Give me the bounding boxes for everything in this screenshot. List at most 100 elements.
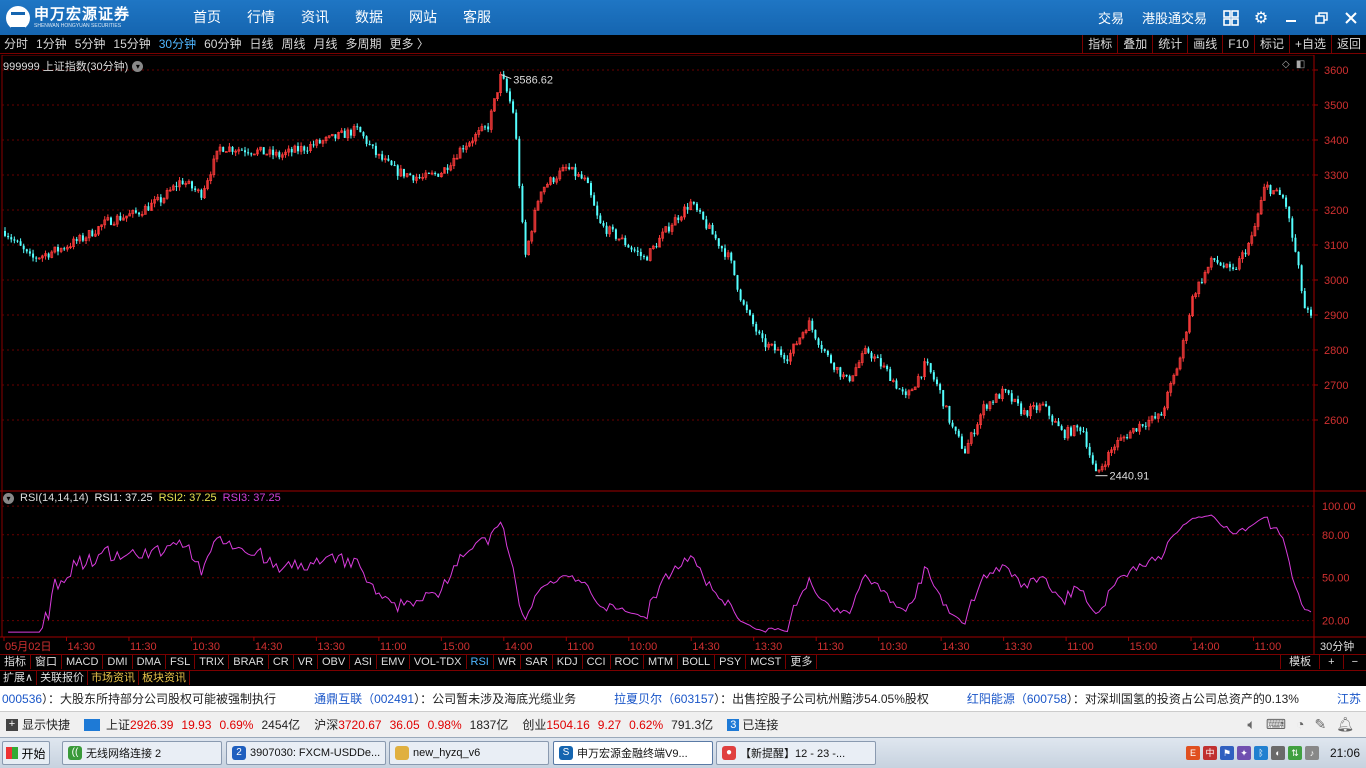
ind-tab[interactable]: DMA: [133, 655, 167, 669]
nav-data[interactable]: 数据: [342, 0, 396, 35]
grid-icon[interactable]: [1216, 0, 1246, 35]
start-button[interactable]: 开始: [2, 741, 50, 765]
restore-icon[interactable]: [1306, 0, 1336, 35]
trade-link[interactable]: 交易: [1089, 8, 1133, 27]
ind-tab[interactable]: ASI: [350, 655, 377, 669]
ind-tab[interactable]: CR: [269, 655, 294, 669]
sector-news-tab[interactable]: 板块资讯: [139, 671, 191, 685]
chevron-down-icon[interactable]: ▾: [3, 493, 14, 504]
keyboard-icon[interactable]: ⌨︎: [1266, 716, 1286, 733]
tray-app-icon[interactable]: ⚑: [1219, 746, 1234, 760]
ind-tab[interactable]: VOL-TDX: [410, 655, 467, 669]
ind-tab[interactable]: SAR: [521, 655, 553, 669]
period-multi[interactable]: 多周期: [342, 35, 386, 54]
clock[interactable]: 21:06: [1330, 746, 1360, 760]
add-pane-button[interactable]: +: [1319, 655, 1342, 669]
tray-app-icon[interactable]: ◐: [1270, 746, 1285, 760]
tool-add-watchlist[interactable]: +自选: [1288, 35, 1331, 54]
taskbar-item-network[interactable]: (( 无线网络连接 2: [62, 741, 222, 765]
ind-tab[interactable]: KDJ: [553, 655, 583, 669]
ticker-item[interactable]: 拉夏贝尔（603157）：出售控股子公司杭州黯涉54.05%股权: [612, 692, 965, 706]
panel-icon[interactable]: ◧: [1296, 59, 1305, 70]
remove-pane-button[interactable]: −: [1342, 655, 1366, 669]
period-5min[interactable]: 5分钟: [71, 35, 110, 54]
ind-tab[interactable]: VR: [294, 655, 318, 669]
period-monthly[interactable]: 月线: [310, 35, 342, 54]
ind-tab[interactable]: TRIX: [195, 655, 230, 669]
ind-tab[interactable]: CCI: [583, 655, 611, 669]
nav-home[interactable]: 首页: [180, 0, 234, 35]
ticker-item[interactable]: 江苏: [1335, 692, 1366, 706]
ind-tab[interactable]: 指标: [0, 655, 31, 669]
tool-f10[interactable]: F10: [1222, 35, 1254, 54]
period-30min[interactable]: 30分钟: [155, 35, 200, 54]
volume-icon[interactable]: ♪: [1304, 746, 1319, 760]
nav-website[interactable]: 网站: [396, 0, 450, 35]
nav-news[interactable]: 资讯: [288, 0, 342, 35]
period-60min[interactable]: 60分钟: [200, 35, 245, 54]
diamond-icon[interactable]: ◇: [1282, 59, 1290, 70]
ticker-item[interactable]: 通鼎互联（002491）：公司暂未涉及海底光缆业务: [312, 692, 612, 706]
ind-tab[interactable]: EMV: [377, 655, 410, 669]
ind-tab[interactable]: 窗口: [31, 655, 62, 669]
ind-tab[interactable]: BRAR: [229, 655, 269, 669]
period-1min[interactable]: 1分钟: [32, 35, 71, 54]
ticker-item[interactable]: 000536）：大股东所持部分公司股权可能被强制执行: [0, 692, 312, 706]
nav-market[interactable]: 行情: [234, 0, 288, 35]
connection-status[interactable]: 已连接: [742, 716, 778, 733]
ind-tab[interactable]: BOLL: [678, 655, 716, 669]
news-ticker[interactable]: 000536）：大股东所持部分公司股权可能被强制执行 通鼎互联（002491）：公…: [0, 686, 1366, 712]
ind-tab[interactable]: PSY: [715, 655, 747, 669]
expand-tab[interactable]: 扩展∧: [0, 671, 38, 685]
ind-tab-more[interactable]: 更多: [786, 655, 818, 669]
hk-connect-trade-link[interactable]: 港股通交易: [1133, 8, 1216, 27]
nav-service[interactable]: 客服: [450, 0, 504, 35]
tool-overlay[interactable]: 叠加: [1117, 35, 1152, 54]
taskbar-item-folder[interactable]: new_hyzq_v6: [389, 741, 549, 765]
ind-tab[interactable]: WR: [494, 655, 522, 669]
tool-back[interactable]: 返回: [1330, 35, 1366, 54]
period-more[interactable]: 更多 〉: [386, 35, 433, 54]
bell-icon[interactable]: 🔔︎: [1336, 716, 1354, 733]
ind-tab[interactable]: MACD: [62, 655, 104, 669]
tool-indicator[interactable]: 指标: [1082, 35, 1117, 54]
ind-tab[interactable]: DMI: [103, 655, 133, 669]
close-icon[interactable]: [1336, 0, 1366, 35]
ind-tab[interactable]: OBV: [318, 655, 351, 669]
ind-tab-rsi[interactable]: RSI: [467, 655, 494, 669]
tray-app-icon[interactable]: E: [1185, 746, 1200, 760]
speaker-icon[interactable]: 🔈︎: [1247, 716, 1255, 733]
tray-app-icon[interactable]: ✦: [1236, 746, 1251, 760]
market-news-tab[interactable]: 市场资讯: [88, 671, 140, 685]
template-button[interactable]: 模板: [1280, 655, 1319, 669]
ind-tab[interactable]: FSL: [166, 655, 196, 669]
related-quote-tab[interactable]: 关联报价: [37, 671, 89, 685]
chart-area[interactable]: 2600 2700 2800 2900 3000 3100 3200 3300 3400 3500…: [0, 55, 1366, 655]
gear-icon[interactable]: ⚙: [1246, 0, 1276, 35]
chevron-down-icon[interactable]: ▾: [132, 60, 144, 72]
ind-tab[interactable]: MCST: [746, 655, 787, 669]
tool-mark[interactable]: 标记: [1253, 35, 1289, 54]
service-icon[interactable]: ◔: [1296, 716, 1304, 733]
kline-chart-svg[interactable]: 2600 2700 2800 2900 3000 3100 3200 3300 3400 3500…: [0, 55, 1366, 655]
taskbar-item-browser[interactable]: ● 【新提醒】12 - 23 -...: [716, 741, 876, 765]
minimize-icon[interactable]: [1276, 0, 1306, 35]
period-timeshare[interactable]: 分时: [0, 35, 32, 54]
tools-icon[interactable]: ✎: [1314, 716, 1326, 733]
plus-icon[interactable]: +: [6, 718, 18, 731]
taskbar-item-terminal[interactable]: S 申万宏源金融终端V9...: [553, 741, 713, 765]
ind-tab[interactable]: ROC: [611, 655, 644, 669]
ticker-item[interactable]: 红阳能源（600758）：对深圳国氢的投资占公司总资产的0.13%: [965, 692, 1335, 706]
stock-title[interactable]: 999999 上证指数(30分钟) ▾: [3, 58, 144, 74]
tray-app-icon[interactable]: 中: [1202, 746, 1217, 760]
tool-stats[interactable]: 统计: [1152, 35, 1187, 54]
period-daily[interactable]: 日线: [245, 35, 277, 54]
ind-tab[interactable]: MTM: [644, 655, 679, 669]
period-15min[interactable]: 15分钟: [109, 35, 154, 54]
bluetooth-icon[interactable]: ᛒ: [1253, 746, 1268, 760]
period-weekly[interactable]: 周线: [277, 35, 309, 54]
tool-draw[interactable]: 画线: [1187, 35, 1222, 54]
show-shortcut-toggle[interactable]: 显示快捷: [22, 716, 70, 733]
taskbar-item-fxcm[interactable]: 2 3907030: FXCM-USDDe...: [226, 741, 386, 765]
tray-app-icon[interactable]: ⇅: [1287, 746, 1302, 760]
